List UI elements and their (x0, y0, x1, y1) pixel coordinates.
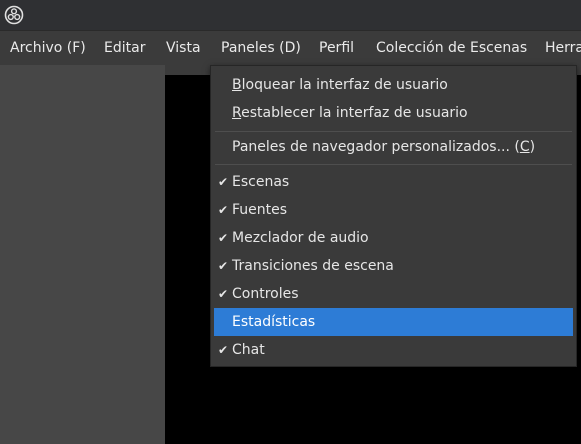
menu-item-chat[interactable]: ✔ Chat (214, 336, 573, 364)
menu-coleccion-escenas[interactable]: Colección de Escenas (376, 31, 527, 65)
dock-label: Transiciones de escena (232, 258, 394, 274)
menu-item-transiciones-escena[interactable]: ✔ Transiciones de escena (214, 252, 573, 280)
checkmark-icon: ✔ (217, 259, 229, 273)
menu-separator (215, 164, 572, 165)
dock-label: Fuentes (232, 202, 288, 218)
checkmark-icon: ✔ (217, 343, 229, 357)
obs-logo-icon[interactable] (4, 5, 24, 25)
menu-item-estadisticas[interactable]: Estadísticas (214, 308, 573, 336)
menu-vista[interactable]: Vista (166, 31, 201, 65)
checkmark-icon: ✔ (217, 203, 229, 217)
reset-ui-label: establecer la interfaz de usuario (241, 105, 468, 121)
dock-label: Chat (232, 342, 265, 358)
menu-item-fuentes[interactable]: ✔ Fuentes (214, 196, 573, 224)
menu-perfil[interactable]: Perfil (319, 31, 354, 65)
checkmark-icon: ✔ (217, 287, 229, 301)
checkmark-icon: ✔ (217, 231, 229, 245)
dock-label: Mezclador de audio (232, 230, 369, 246)
menu-paneles[interactable]: Paneles (D) (221, 31, 301, 65)
lock-ui-label: loquear la interfaz de usuario (241, 77, 448, 93)
dock-label: Controles (232, 286, 299, 302)
menu-editar[interactable]: Editar (104, 31, 145, 65)
menu-item-escenas[interactable]: ✔ Escenas (214, 168, 573, 196)
dock-label: Estadísticas (232, 314, 316, 330)
mnemonic-b: B (232, 77, 242, 93)
left-panel (0, 65, 165, 444)
dock-label: Escenas (232, 174, 290, 190)
mnemonic-c: C (519, 139, 530, 155)
menu-archivo[interactable]: Archivo (F) (10, 31, 86, 65)
menu-item-lock-ui[interactable]: Bloquear la interfaz de usuario (214, 71, 573, 99)
menu-item-controles[interactable]: ✔ Controles (214, 280, 573, 308)
checkmark-icon: ✔ (217, 175, 229, 189)
menu-bar: Archivo (F) Editar Vista Paneles (D) Per… (0, 31, 581, 65)
menu-item-custom-browser-docks[interactable]: Paneles de navegador personalizados... (… (214, 133, 573, 161)
menu-item-reset-ui[interactable]: Restablecer la interfaz de usuario (214, 99, 573, 127)
menu-herramientas[interactable]: Herra (545, 31, 581, 65)
menu-item-mezclador-audio[interactable]: ✔ Mezclador de audio (214, 224, 573, 252)
menu-separator (215, 131, 572, 132)
custom-browser-label: Paneles de navegador personalizados... ( (232, 139, 520, 155)
title-bar (0, 0, 581, 31)
mnemonic-r: R (232, 105, 242, 121)
custom-browser-suffix: ) (529, 139, 536, 155)
paneles-dropdown-menu: Bloquear la interfaz de usuario Restable… (210, 65, 577, 367)
